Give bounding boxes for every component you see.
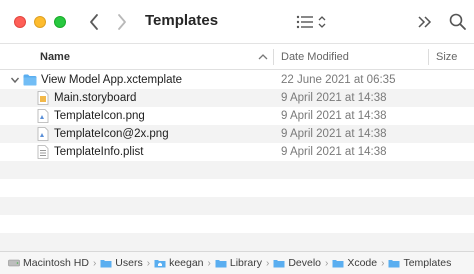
path-item-label: Users xyxy=(115,257,143,269)
plist-file-icon xyxy=(37,145,49,159)
folder-icon xyxy=(332,260,344,268)
storyboard-file-icon xyxy=(37,91,49,105)
file-row[interactable]: TemplateIcon@2x.png 9 April 2021 at 14:3… xyxy=(0,125,474,143)
file-date-modified: 9 April 2021 at 14:38 xyxy=(281,92,387,104)
path-separator-icon: › xyxy=(381,257,385,269)
back-button[interactable] xyxy=(82,10,106,34)
file-date-modified: 22 June 2021 at 06:35 xyxy=(281,74,396,86)
sort-ascending-icon[interactable] xyxy=(256,50,270,64)
column-header: Name Date Modified Size xyxy=(0,44,474,70)
folder-icon xyxy=(388,260,400,268)
view-options-button[interactable] xyxy=(296,11,336,33)
column-divider[interactable] xyxy=(428,49,429,65)
file-list: View Model App.xctemplate 22 June 2021 a… xyxy=(0,71,474,251)
path-item-label: keegan xyxy=(169,257,204,269)
path-item-label: Templates xyxy=(403,257,452,269)
forward-button[interactable] xyxy=(110,10,134,34)
file-row-folder[interactable]: View Model App.xctemplate 22 June 2021 a… xyxy=(0,71,474,89)
double-chevron-right-icon xyxy=(418,16,432,28)
column-header-size[interactable]: Size xyxy=(436,44,457,70)
path-item-label: Library xyxy=(229,257,262,269)
file-row[interactable]: TemplateInfo.plist 9 April 2021 at 14:38 xyxy=(0,143,474,161)
column-header-name[interactable]: Name xyxy=(40,44,70,70)
column-divider[interactable] xyxy=(273,49,274,65)
file-name: TemplateIcon@2x.png xyxy=(54,128,169,140)
empty-row xyxy=(0,233,474,251)
file-date-modified: 9 April 2021 at 14:38 xyxy=(281,110,387,122)
path-separator-icon: › xyxy=(92,257,97,269)
chevron-right-icon xyxy=(118,14,126,30)
list-view-icon xyxy=(296,15,313,29)
window-title: Templates xyxy=(145,12,219,29)
path-item-library[interactable]: Library xyxy=(215,257,262,269)
disclosure-triangle-expanded-icon[interactable] xyxy=(10,75,20,85)
close-window-button[interactable] xyxy=(14,16,26,28)
path-item-label: Xcode xyxy=(347,257,378,269)
path-separator-icon: › xyxy=(207,257,211,269)
home-folder-icon xyxy=(154,260,166,268)
minimize-window-button[interactable] xyxy=(34,16,46,28)
up-down-chevron-icon xyxy=(318,16,326,28)
empty-row xyxy=(0,179,474,197)
file-name: TemplateIcon.png xyxy=(54,110,145,122)
folder-icon xyxy=(100,260,112,268)
file-name: Main.storyboard xyxy=(54,92,137,104)
file-date-modified: 9 April 2021 at 14:38 xyxy=(281,128,387,140)
search-button[interactable] xyxy=(448,12,468,32)
path-item-macintosh-hd[interactable]: Macintosh HD xyxy=(8,257,89,269)
hard-drive-icon xyxy=(8,259,20,267)
folder-icon xyxy=(215,260,227,268)
path-item-developer[interactable]: Develo xyxy=(273,257,321,269)
path-separator-icon: › xyxy=(265,257,270,269)
magnifying-glass-icon xyxy=(449,13,466,30)
empty-row xyxy=(0,215,474,233)
toolbar-overflow-button[interactable] xyxy=(416,12,434,32)
path-bar: Macintosh HD › Users › keegan › Library … xyxy=(0,251,474,274)
path-item-xcode[interactable]: Xcode xyxy=(332,257,377,269)
path-separator-icon: › xyxy=(325,257,329,269)
file-row[interactable]: Main.storyboard 9 April 2021 at 14:38 xyxy=(0,89,474,107)
folder-icon xyxy=(273,260,285,268)
folder-icon xyxy=(23,74,37,86)
empty-row xyxy=(0,161,474,179)
column-header-date-modified[interactable]: Date Modified xyxy=(281,44,349,70)
chevron-left-icon xyxy=(90,14,98,30)
path-item-label: Macintosh HD xyxy=(23,257,89,269)
file-name: TemplateInfo.plist xyxy=(54,146,144,158)
file-row[interactable]: TemplateIcon.png 9 April 2021 at 14:38 xyxy=(0,107,474,125)
zoom-window-button[interactable] xyxy=(54,16,66,28)
window-toolbar: Templates xyxy=(0,0,474,44)
path-item-label: Develo xyxy=(288,257,321,269)
file-date-modified: 9 April 2021 at 14:38 xyxy=(281,146,387,158)
image-file-icon xyxy=(37,109,49,123)
file-name: View Model App.xctemplate xyxy=(41,74,183,86)
path-item-templates[interactable]: Templates xyxy=(388,257,451,269)
image-file-icon xyxy=(37,127,49,141)
empty-row xyxy=(0,197,474,215)
path-item-users[interactable]: Users xyxy=(100,257,143,269)
path-item-keegan[interactable]: keegan xyxy=(154,257,204,269)
path-separator-icon: › xyxy=(146,257,151,269)
